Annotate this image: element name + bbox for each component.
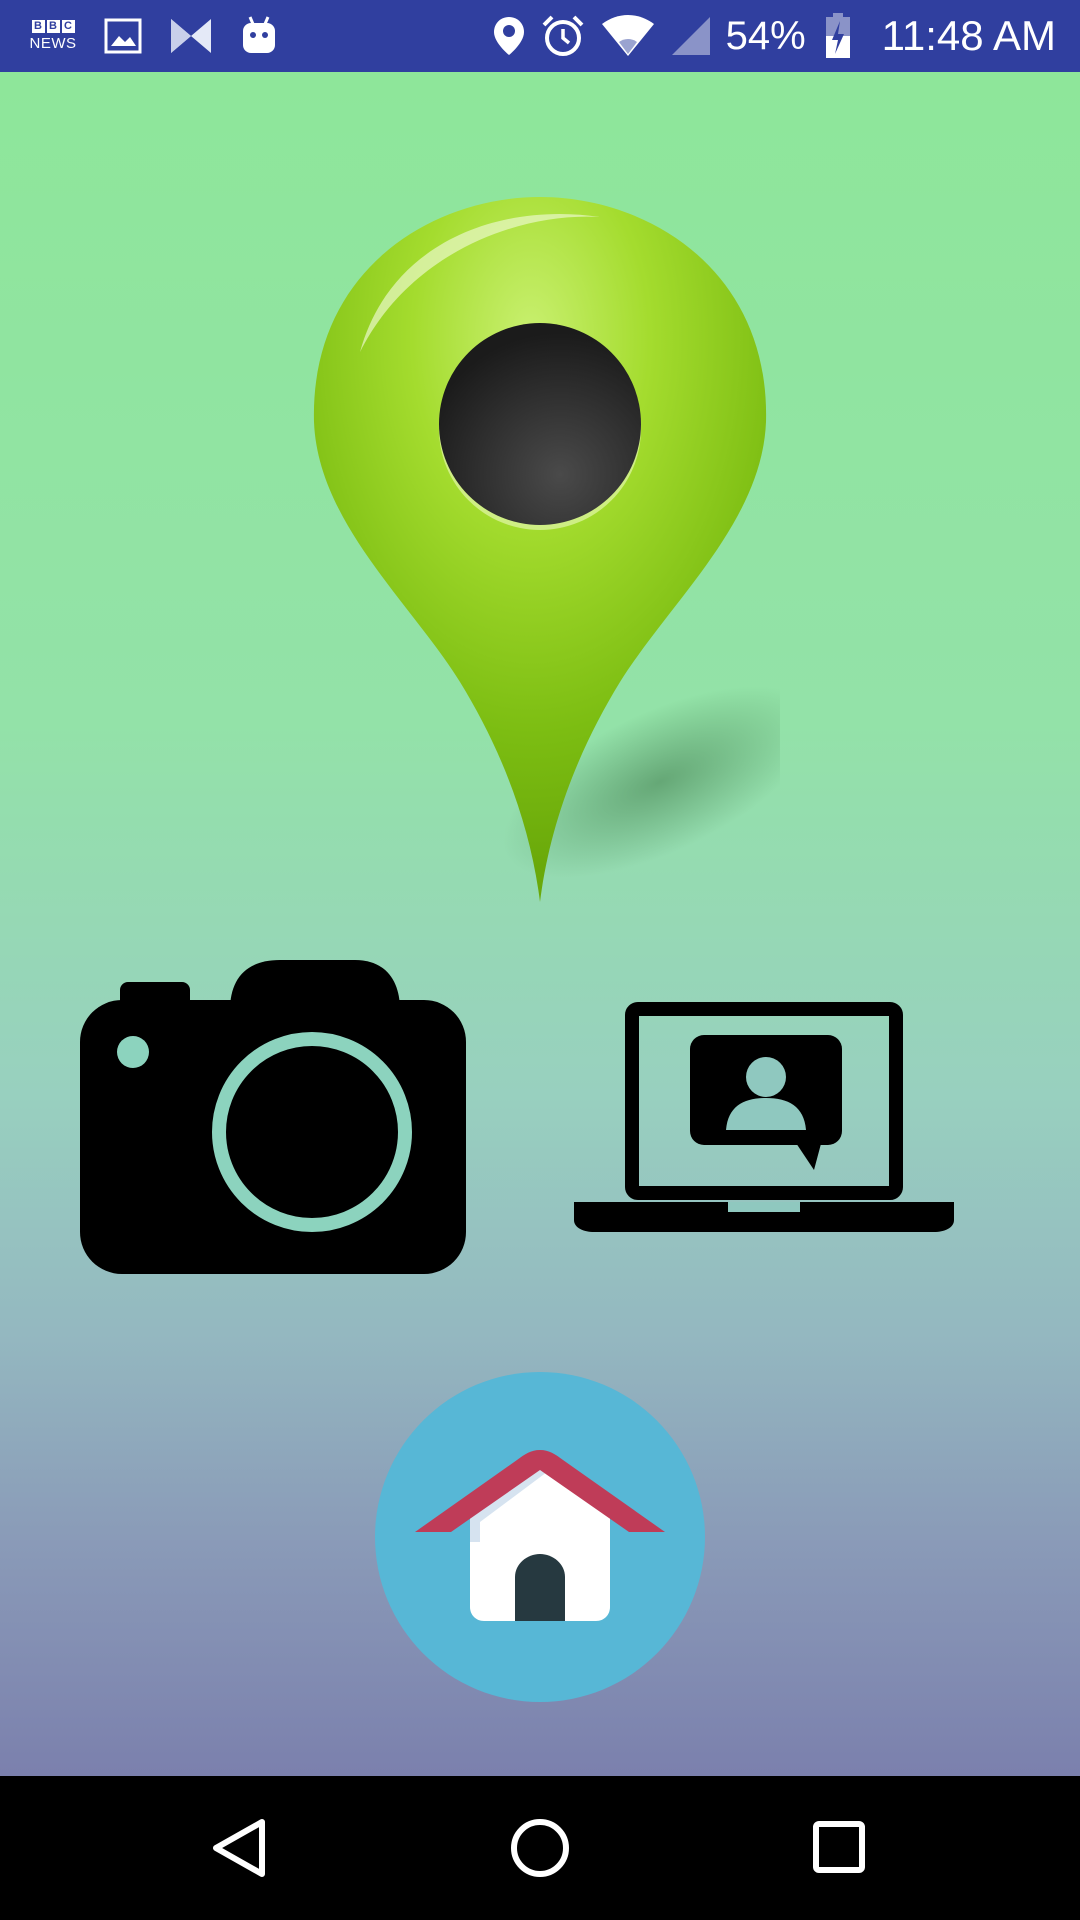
camera-button[interactable] [80, 960, 466, 1274]
battery-charging-icon [824, 12, 852, 60]
home-button[interactable] [375, 1372, 705, 1702]
bbc-letter: B [31, 20, 45, 33]
home-circle-icon[interactable] [500, 1808, 580, 1888]
recents-icon[interactable] [800, 1808, 880, 1888]
house-icon [415, 1450, 665, 1621]
clock: 11:48 AM [881, 12, 1056, 59]
battery-percent: 54% [725, 13, 806, 58]
back-icon[interactable] [200, 1808, 280, 1888]
cellular-signal-icon [670, 15, 712, 57]
laptop-chat-button[interactable] [574, 1002, 954, 1242]
bbc-letter: C [61, 20, 75, 33]
gallery-icon [104, 18, 142, 54]
alarm-icon [540, 13, 586, 59]
wifi-icon [600, 14, 656, 58]
bbc-news-label: NEWS [29, 35, 77, 52]
map-pin-icon [313, 197, 780, 902]
navigation-bar [0, 1776, 1080, 1920]
app-screen: B B C NEWS 54% 11:48 AM [0, 0, 1080, 1920]
main-content [0, 72, 1080, 1776]
camera-flash-dot [117, 1036, 149, 1068]
location-icon [492, 15, 526, 57]
bbc-news-icon: B B C NEWS [28, 20, 78, 52]
hourglass-app-icon [168, 16, 214, 56]
status-bar: B B C NEWS 54% 11:48 AM [0, 0, 1080, 72]
android-icon [240, 15, 278, 57]
bbc-letter: B [46, 20, 60, 33]
